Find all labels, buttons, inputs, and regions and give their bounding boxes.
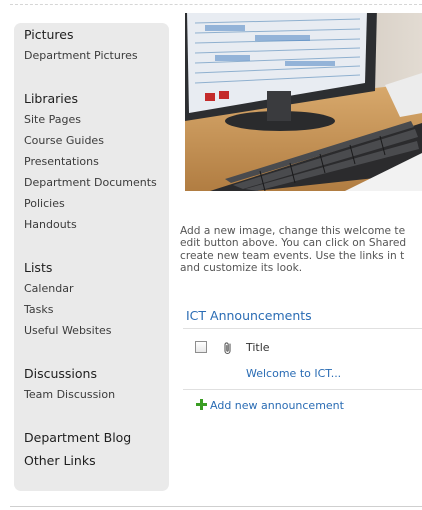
nav-other-links[interactable]: Other Links (24, 453, 96, 468)
nav-heading-libraries[interactable]: Libraries (24, 91, 78, 106)
bottom-divider (10, 506, 422, 507)
site-image (185, 13, 422, 191)
nav-item-tasks[interactable]: Tasks (24, 303, 53, 316)
welcome-text: Add a new image, change this welcome te … (180, 225, 422, 281)
nav-item-useful-websites[interactable]: Useful Websites (24, 324, 112, 337)
nav-heading-lists[interactable]: Lists (24, 260, 52, 275)
nav-item-handouts[interactable]: Handouts (24, 218, 77, 231)
computer-keyboard-photo (185, 13, 422, 191)
nav-item-site-pages[interactable]: Site Pages (24, 113, 81, 126)
column-header-title[interactable]: Title (246, 341, 270, 354)
welcome-line: edit button above. You can click on Shar… (180, 237, 407, 250)
nav-item-calendar[interactable]: Calendar (24, 282, 73, 295)
announcements-footer-divider (183, 389, 422, 390)
paperclip-icon (224, 342, 231, 355)
add-new-announcement-link[interactable]: Add new announcement (210, 399, 344, 412)
select-all-checkbox[interactable] (195, 341, 207, 353)
welcome-line: and customize its look. (180, 261, 303, 274)
plus-icon (196, 399, 207, 410)
quick-launch-nav: Pictures Department Pictures Libraries S… (14, 23, 169, 491)
announcement-item-link[interactable]: Welcome to ICT... (246, 367, 341, 380)
nav-item-department-pictures[interactable]: Department Pictures (24, 49, 138, 62)
nav-item-course-guides[interactable]: Course Guides (24, 134, 104, 147)
nav-heading-pictures[interactable]: Pictures (24, 27, 74, 42)
nav-item-presentations[interactable]: Presentations (24, 155, 99, 168)
top-divider (10, 4, 422, 5)
welcome-line: create new team events. Use the links in… (180, 249, 405, 262)
welcome-line: Add a new image, change this welcome te (180, 225, 406, 237)
nav-item-team-discussion[interactable]: Team Discussion (24, 388, 115, 401)
nav-heading-discussions[interactable]: Discussions (24, 366, 97, 381)
nav-department-blog[interactable]: Department Blog (24, 430, 131, 445)
nav-item-policies[interactable]: Policies (24, 197, 65, 210)
announcements-header-divider (183, 328, 422, 329)
announcements-title[interactable]: ICT Announcements (186, 308, 312, 323)
nav-item-department-documents[interactable]: Department Documents (24, 176, 157, 189)
